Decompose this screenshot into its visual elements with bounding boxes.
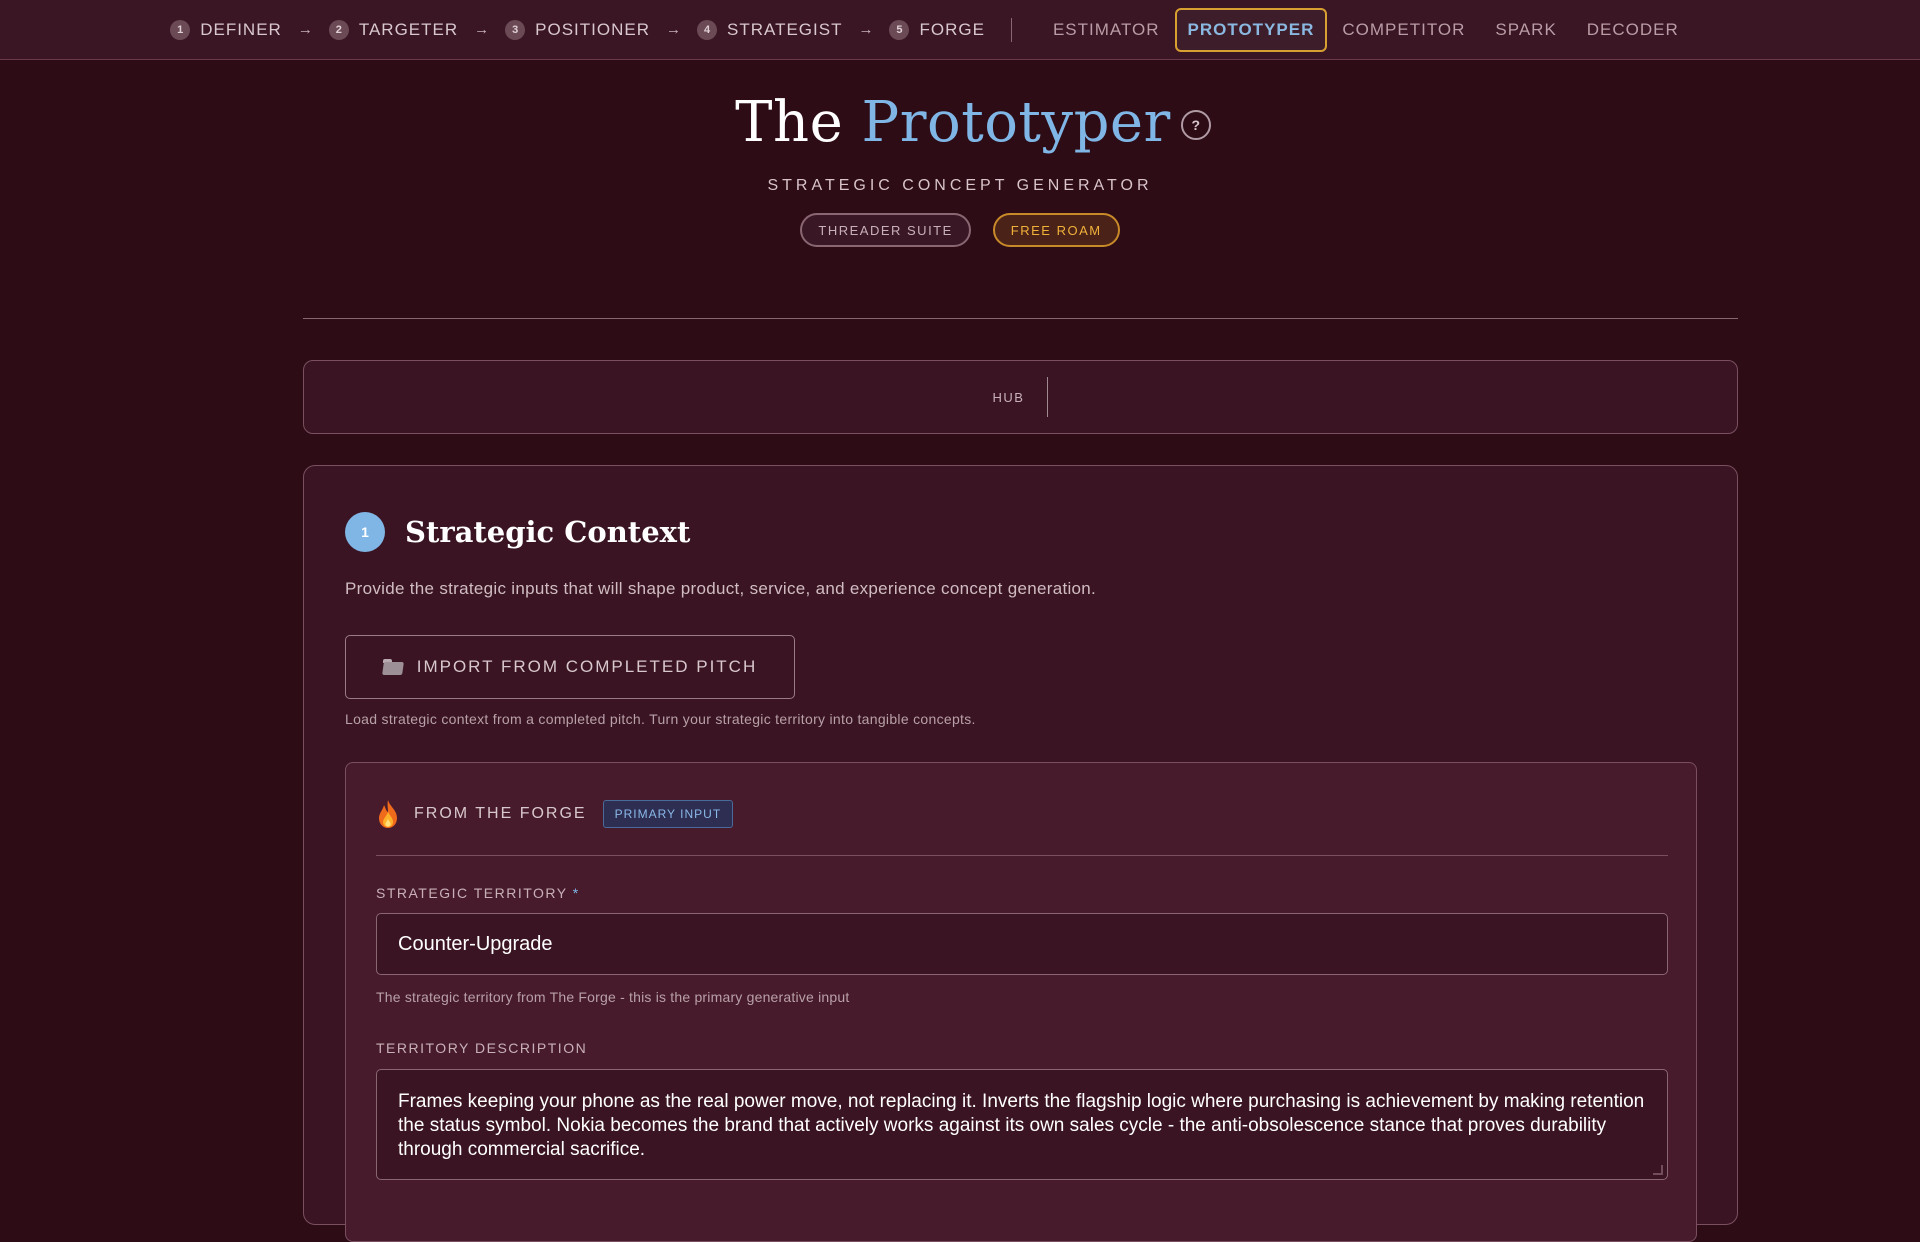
step-number: 3 bbox=[505, 19, 526, 40]
title-row: The Prototyper ? bbox=[13, 90, 1920, 155]
step-label: DEFINER bbox=[200, 19, 282, 39]
mode-pills: THREADER SUITE FREE ROAM bbox=[0, 213, 1920, 247]
resize-handle[interactable] bbox=[1653, 1165, 1663, 1175]
step-label: STRATEGIST bbox=[727, 19, 843, 39]
step-number: 4 bbox=[697, 19, 717, 40]
step-label: TARGETER bbox=[358, 19, 459, 39]
section-header: 1 Strategic Context bbox=[345, 512, 690, 552]
section-number: 1 bbox=[345, 512, 385, 552]
nav-tool-competitor[interactable]: COMPETITOR bbox=[1327, 8, 1480, 52]
step-number: 1 bbox=[170, 19, 191, 40]
nav-step-definer[interactable]: 1 DEFINER bbox=[170, 19, 282, 40]
arrow-right-icon: → bbox=[666, 21, 681, 38]
territory-description-textarea[interactable]: Frames keeping your phone as the real po… bbox=[376, 1069, 1668, 1180]
hub-link[interactable]: HUB bbox=[993, 390, 1025, 405]
nav-tool-prototyper[interactable]: PROTOTYPER bbox=[1174, 7, 1328, 52]
description-label: TERRITORY DESCRIPTION bbox=[376, 1040, 588, 1056]
import-pitch-button[interactable]: IMPORT FROM COMPLETED PITCH bbox=[345, 635, 795, 699]
territory-label: STRATEGIC TERRITORY * bbox=[376, 885, 580, 901]
section-description: Provide the strategic inputs that will s… bbox=[345, 579, 1097, 598]
forge-divider bbox=[376, 855, 1668, 856]
territory-help-text: The strategic territory from The Forge -… bbox=[376, 989, 850, 1005]
arrow-right-icon: → bbox=[297, 21, 313, 38]
threader-suite-pill[interactable]: THREADER SUITE bbox=[800, 213, 971, 247]
description-text: Frames keeping your phone as the real po… bbox=[398, 1091, 1645, 1160]
nav-step-strategist[interactable]: 4 STRATEGIST bbox=[697, 19, 843, 40]
hub-divider bbox=[1047, 377, 1049, 417]
strategic-territory-input[interactable]: Counter-Upgrade bbox=[376, 913, 1668, 975]
nav-divider bbox=[1010, 17, 1012, 42]
nav-step-positioner[interactable]: 3 POSITIONER bbox=[505, 19, 650, 40]
import-button-label: IMPORT FROM COMPLETED PITCH bbox=[416, 657, 758, 676]
page-subtitle: STRATEGIC CONCEPT GENERATOR bbox=[767, 177, 1153, 194]
step-label: POSITIONER bbox=[535, 19, 650, 39]
nav-tool-decoder[interactable]: DECODER bbox=[1572, 8, 1694, 52]
title-accent: Prototyper bbox=[861, 90, 1171, 155]
step-number: 5 bbox=[889, 19, 910, 40]
hub-bar: HUB bbox=[303, 360, 1738, 434]
arrow-right-icon: → bbox=[858, 21, 874, 38]
territory-label-text: STRATEGIC TERRITORY bbox=[376, 885, 568, 901]
nav-step-forge[interactable]: 5 FORGE bbox=[889, 19, 985, 40]
arrow-right-icon: → bbox=[474, 21, 490, 38]
forge-label: FROM THE FORGE bbox=[414, 805, 587, 822]
step-label: FORGE bbox=[919, 19, 985, 39]
step-number: 2 bbox=[328, 19, 349, 40]
forge-input-panel: FROM THE FORGE PRIMARY INPUT STRATEGIC T… bbox=[345, 762, 1697, 1242]
nav-tool-spark[interactable]: SPARK bbox=[1480, 8, 1571, 52]
required-mark: * bbox=[572, 885, 580, 901]
section-title: Strategic Context bbox=[405, 515, 691, 549]
page-title: The Prototyper bbox=[735, 90, 1171, 155]
help-icon[interactable]: ? bbox=[1180, 109, 1211, 140]
flame-icon bbox=[379, 800, 397, 828]
title-plain: The bbox=[735, 90, 844, 155]
hero-divider bbox=[303, 318, 1738, 319]
folder-icon bbox=[382, 658, 405, 676]
nav-step-targeter[interactable]: 2 TARGETER bbox=[328, 19, 459, 40]
import-help-text: Load strategic context from a completed … bbox=[345, 711, 976, 727]
nav-inner: 1 DEFINER → 2 TARGETER → 3 POSITIONER → … bbox=[170, 0, 1694, 59]
free-roam-pill[interactable]: FREE ROAM bbox=[992, 213, 1120, 247]
strategic-context-card: 1 Strategic Context Provide the strategi… bbox=[303, 465, 1738, 1242]
forge-header: FROM THE FORGE PRIMARY INPUT bbox=[376, 799, 734, 829]
top-nav: 1 DEFINER → 2 TARGETER → 3 POSITIONER → … bbox=[0, 0, 1920, 60]
nav-tool-estimator[interactable]: ESTIMATOR bbox=[1038, 8, 1175, 52]
hero: The Prototyper ? STRATEGIC CONCEPT GENER… bbox=[0, 60, 1920, 247]
primary-input-badge: PRIMARY INPUT bbox=[602, 800, 734, 828]
